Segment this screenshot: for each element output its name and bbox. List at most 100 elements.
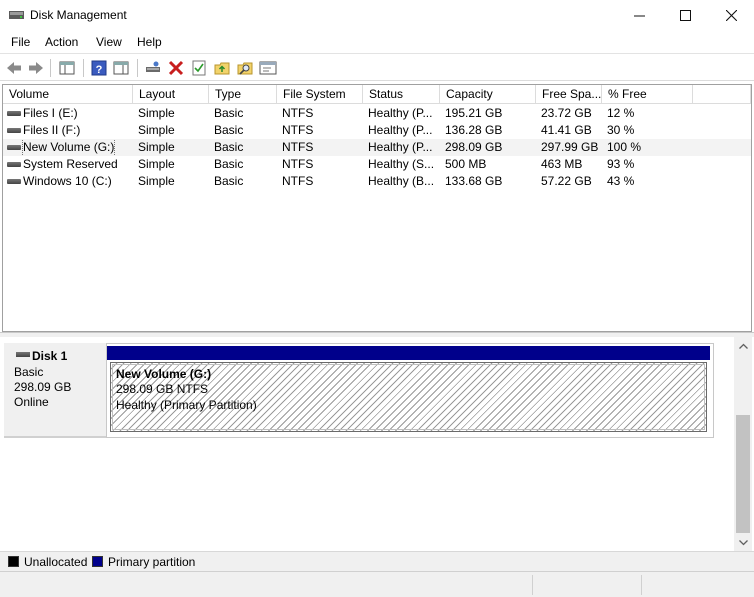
properties-pane-icon[interactable] xyxy=(112,59,130,77)
disk-view-scrollbar[interactable] xyxy=(734,337,752,551)
volume-row[interactable]: Files I (E:) Simple Basic NTFS Healthy (… xyxy=(3,105,751,122)
volume-cell: System Reserved xyxy=(3,156,133,173)
chevron-up-icon xyxy=(738,343,748,349)
maximize-icon xyxy=(679,10,691,21)
back-arrow-icon[interactable] xyxy=(5,59,23,77)
maximize-button[interactable] xyxy=(662,0,708,31)
volume-name: System Reserved xyxy=(23,157,118,171)
close-icon xyxy=(725,10,737,21)
volume-list[interactable]: Volume Layout Type File System Status Ca… xyxy=(2,84,752,332)
status-separator xyxy=(641,575,642,595)
primary-partition-swatch xyxy=(92,556,103,567)
menu-view[interactable]: View xyxy=(96,35,122,49)
connect-drive-icon[interactable] xyxy=(144,59,162,77)
status-cell: Healthy (P... xyxy=(368,140,433,154)
disk-state: Online xyxy=(14,395,49,409)
minimize-button[interactable] xyxy=(616,0,662,31)
legend-bar: Unallocated Primary partition xyxy=(0,551,754,571)
column-header-blank xyxy=(693,85,751,104)
volume-name: Files I (E:) xyxy=(23,106,78,120)
capacity-cell: 195.21 GB xyxy=(445,106,503,120)
status-cell: Healthy (P... xyxy=(368,123,433,137)
column-header-file-system[interactable]: File System xyxy=(277,85,363,104)
legend-unallocated: Unallocated xyxy=(24,555,88,569)
column-header-type[interactable]: Type xyxy=(209,85,277,104)
file-system-cell: NTFS xyxy=(282,106,314,120)
column-header-volume[interactable]: Volume xyxy=(3,85,133,104)
column-header-layout[interactable]: Layout xyxy=(133,85,209,104)
layout-cell: Simple xyxy=(138,123,175,137)
scroll-thumb[interactable] xyxy=(736,415,750,533)
percent-free-cell: 12 % xyxy=(607,106,635,120)
drive-icon xyxy=(7,162,21,167)
percent-free-cell: 100 % xyxy=(607,140,642,154)
free-space-cell: 41.41 GB xyxy=(541,123,592,137)
console-tree-icon[interactable] xyxy=(58,59,76,77)
file-system-cell: NTFS xyxy=(282,174,314,188)
column-header-percent-free[interactable]: % Free xyxy=(602,85,693,104)
menu-file[interactable]: File xyxy=(11,35,30,49)
percent-free-cell: 93 % xyxy=(607,157,635,171)
primary-partition-bar xyxy=(107,346,710,360)
unallocated-swatch xyxy=(8,556,19,567)
volume-row[interactable]: System Reserved Simple Basic NTFS Health… xyxy=(3,156,751,173)
partition-new-volume[interactable]: New Volume (G:) 298.09 GB NTFS Healthy (… xyxy=(110,362,707,432)
chevron-down-icon xyxy=(738,539,748,545)
toolbar-separator xyxy=(83,59,84,77)
volume-name: New Volume (G:) xyxy=(21,139,116,156)
capacity-cell: 136.28 GB xyxy=(445,123,503,137)
status-cell: Healthy (B... xyxy=(368,174,435,188)
volume-row[interactable]: Windows 10 (C:) Simple Basic NTFS Health… xyxy=(3,173,751,190)
folder-up-icon[interactable] xyxy=(213,59,231,77)
disk-info-box[interactable]: Disk 1 Basic 298.09 GB Online xyxy=(4,343,108,438)
file-system-cell: NTFS xyxy=(282,140,314,154)
legend-primary-partition: Primary partition xyxy=(108,555,196,569)
disk-type: Basic xyxy=(14,365,44,379)
volume-row-selected[interactable]: New Volume (G:) Simple Basic NTFS Health… xyxy=(3,139,751,156)
search-folder-icon[interactable] xyxy=(236,59,254,77)
drive-icon xyxy=(7,128,21,133)
free-space-cell: 23.72 GB xyxy=(541,106,592,120)
status-bar xyxy=(0,571,754,597)
delete-icon[interactable] xyxy=(167,59,185,77)
layout-cell: Simple xyxy=(138,157,175,171)
menu-action[interactable]: Action xyxy=(45,35,78,49)
free-space-cell: 297.99 GB xyxy=(541,140,599,154)
volume-name: Windows 10 (C:) xyxy=(23,174,112,188)
status-separator xyxy=(532,575,533,595)
drive-icon xyxy=(7,111,21,116)
volume-name: Files II (F:) xyxy=(23,123,81,137)
column-header-status[interactable]: Status xyxy=(363,85,440,104)
percent-free-cell: 30 % xyxy=(607,123,635,137)
column-header-free-space[interactable]: Free Spa... xyxy=(536,85,602,104)
menu-bar: File Action View Help xyxy=(0,31,754,53)
svg-text:?: ? xyxy=(96,64,103,76)
minimize-icon xyxy=(633,15,645,17)
percent-free-cell: 43 % xyxy=(607,174,635,188)
scroll-up-button[interactable] xyxy=(734,337,752,354)
menu-help[interactable]: Help xyxy=(137,35,162,49)
drive-icon xyxy=(7,179,21,184)
disk-icon xyxy=(16,352,30,357)
free-space-cell: 57.22 GB xyxy=(541,174,592,188)
window-icon[interactable] xyxy=(259,59,277,77)
help-icon[interactable]: ? xyxy=(90,59,108,77)
volume-row[interactable]: Files II (F:) Simple Basic NTFS Healthy … xyxy=(3,122,751,139)
type-cell: Basic xyxy=(214,106,244,120)
close-button[interactable] xyxy=(708,0,754,31)
type-cell: Basic xyxy=(214,123,244,137)
toolbar: ? xyxy=(0,53,754,81)
scroll-down-button[interactable] xyxy=(734,534,752,551)
free-space-cell: 463 MB xyxy=(541,157,583,171)
column-header-capacity[interactable]: Capacity xyxy=(440,85,536,104)
type-cell: Basic xyxy=(214,157,244,171)
partition-name: New Volume (G:) xyxy=(116,367,212,381)
disk-name: Disk 1 xyxy=(32,349,68,363)
volume-cell: Files I (E:) xyxy=(3,105,133,122)
forward-arrow-icon[interactable] xyxy=(27,59,45,77)
toolbar-separator xyxy=(50,59,51,77)
layout-cell: Simple xyxy=(138,174,175,188)
check-icon[interactable] xyxy=(190,59,208,77)
drive-icon xyxy=(7,145,21,150)
status-cell: Healthy (P... xyxy=(368,106,433,120)
